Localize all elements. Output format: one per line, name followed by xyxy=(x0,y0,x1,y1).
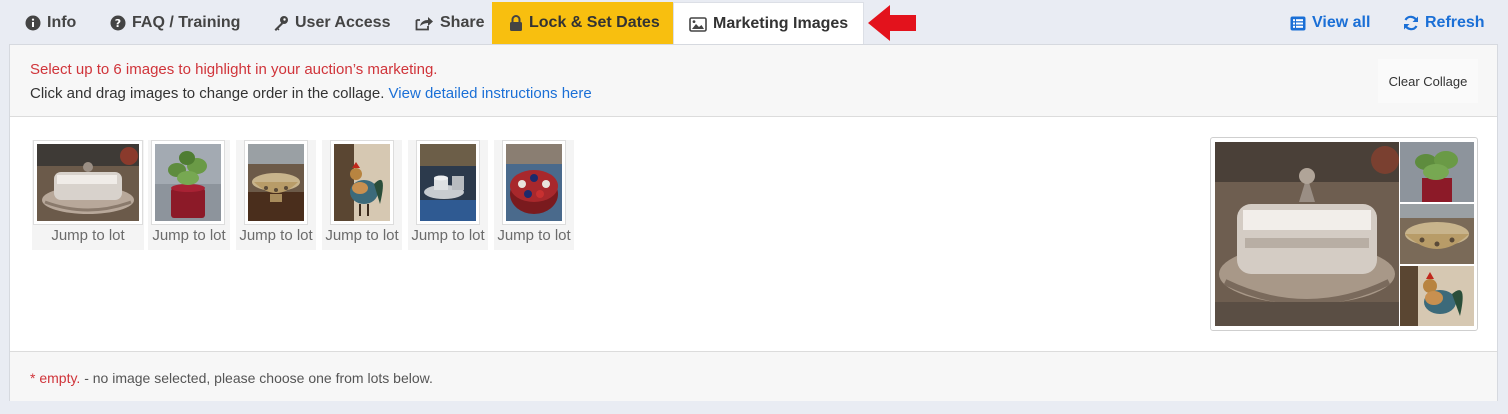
thumbnail-image[interactable] xyxy=(244,140,308,225)
thumbnail-image[interactable] xyxy=(33,140,143,225)
thumbnail-image[interactable] xyxy=(330,140,394,225)
image-icon xyxy=(689,16,707,32)
tab-lock-dates-label: Lock & Set Dates xyxy=(529,14,660,31)
tab-bar: Info ? FAQ / Training User Access Share … xyxy=(0,0,1508,45)
panel-header: Select up to 6 images to highlight in yo… xyxy=(10,45,1497,117)
tab-user-access[interactable]: User Access xyxy=(273,2,390,44)
tab-marketing-images[interactable]: Marketing Images xyxy=(673,2,865,45)
instruction-limit: Select up to 6 images to highlight in yo… xyxy=(30,61,438,78)
clear-collage-button[interactable]: Clear Collage xyxy=(1378,59,1478,103)
instruction-drag: Click and drag images to change order in… xyxy=(30,85,592,102)
thumbnail-item[interactable]: Jump to lot xyxy=(32,140,144,250)
tab-faq-label: FAQ / Training xyxy=(132,14,241,31)
refresh-label: Refresh xyxy=(1425,14,1485,31)
view-all-button[interactable]: View all xyxy=(1290,2,1370,44)
tab-share-label: Share xyxy=(440,14,485,31)
lock-icon xyxy=(510,15,522,31)
list-icon xyxy=(1290,16,1306,30)
collage-preview xyxy=(1210,137,1478,331)
jump-to-lot-link[interactable]: Jump to lot xyxy=(148,227,230,244)
instructions-link[interactable]: View detailed instructions here xyxy=(389,85,592,102)
jump-to-lot-link[interactable]: Jump to lot xyxy=(408,227,488,244)
jump-to-lot-link[interactable]: Jump to lot xyxy=(322,227,402,244)
thumbnail-image[interactable] xyxy=(502,140,566,225)
jump-to-lot-link[interactable]: Jump to lot xyxy=(32,227,144,244)
tab-share[interactable]: Share xyxy=(415,2,484,44)
svg-text:?: ? xyxy=(115,17,121,30)
thumbnail-item[interactable]: Jump to lot xyxy=(236,140,316,250)
tab-faq[interactable]: ? FAQ / Training xyxy=(110,2,240,44)
tab-marketing-images-label: Marketing Images xyxy=(713,15,849,32)
refresh-button[interactable]: Refresh xyxy=(1403,2,1485,44)
marketing-images-panel: Select up to 6 images to highlight in yo… xyxy=(9,44,1498,401)
tab-user-access-label: User Access xyxy=(295,14,391,31)
empty-label: * empty. xyxy=(30,370,81,386)
jump-to-lot-link[interactable]: Jump to lot xyxy=(236,227,316,244)
jump-to-lot-link[interactable]: Jump to lot xyxy=(494,227,574,244)
collage-side-image[interactable] xyxy=(1400,142,1474,202)
panel-footer: * empty. - no image selected, please cho… xyxy=(10,351,1497,401)
info-circle-icon xyxy=(25,15,41,31)
arrow-left-icon xyxy=(868,5,916,41)
thumbnail-item[interactable]: Jump to lot xyxy=(148,140,230,250)
key-icon xyxy=(274,16,288,31)
collage-side-image[interactable] xyxy=(1400,204,1474,264)
thumbnail-item[interactable]: Jump to lot xyxy=(494,140,574,250)
tab-info-label: Info xyxy=(47,14,77,31)
share-icon xyxy=(415,17,433,31)
tab-lock-dates[interactable]: Lock & Set Dates xyxy=(492,2,677,44)
tab-info[interactable]: Info xyxy=(25,2,76,44)
thumbnail-image[interactable] xyxy=(416,140,480,225)
collage-side-image[interactable] xyxy=(1400,266,1474,326)
thumbnail-item[interactable]: Jump to lot xyxy=(408,140,488,250)
thumbnail-image[interactable] xyxy=(151,140,225,225)
view-all-label: View all xyxy=(1312,14,1371,31)
question-circle-icon: ? xyxy=(110,15,126,31)
instruction-drag-text: Click and drag images to change order in… xyxy=(30,85,385,102)
empty-slot-message: * empty. - no image selected, please cho… xyxy=(30,370,433,386)
collage-main-image[interactable] xyxy=(1215,142,1399,326)
thumbnail-item[interactable]: Jump to lot xyxy=(322,140,402,250)
empty-text: - no image selected, please choose one f… xyxy=(80,370,433,386)
refresh-icon xyxy=(1404,15,1418,31)
